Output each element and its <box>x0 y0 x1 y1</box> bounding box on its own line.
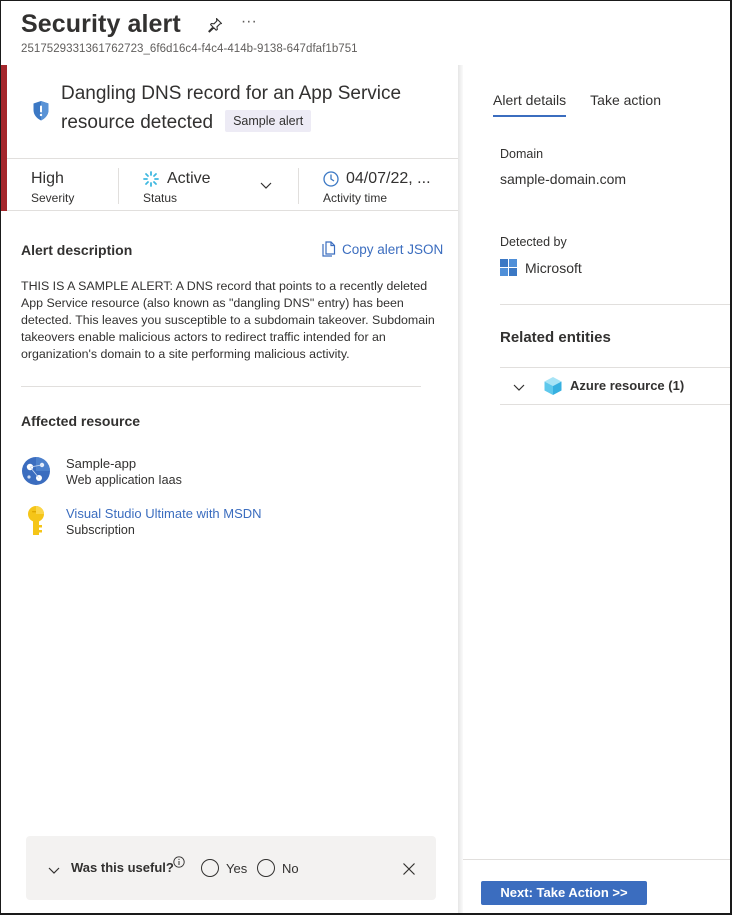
feedback-yes-radio[interactable]: Yes <box>201 859 247 877</box>
copy-alert-json-link[interactable]: Copy alert JSON <box>322 241 443 257</box>
activity-time-label: Activity time <box>323 191 388 205</box>
pin-icon[interactable] <box>207 17 223 33</box>
detected-by-label: Detected by <box>500 235 567 249</box>
chevron-down-icon[interactable] <box>259 178 273 192</box>
entity-group-row[interactable]: Azure resource (1) <box>500 367 730 405</box>
pane-header: Security alert ··· 2517529331361762723_6… <box>21 10 358 55</box>
status-value: Active <box>167 170 211 187</box>
radio-circle[interactable] <box>257 859 275 877</box>
more-options-icon[interactable]: ··· <box>241 13 257 33</box>
copy-icon <box>322 241 336 257</box>
affected-resource-item: Visual Studio Ultimate with MSDN Subscri… <box>21 505 262 539</box>
status-label: Status <box>143 191 178 205</box>
affected-resource-title: Affected resource <box>21 413 141 429</box>
cube-icon <box>544 377 562 395</box>
activity-time-field: 04/07/22, ... Activity time <box>299 159 449 210</box>
footer-divider <box>463 859 730 860</box>
next-take-action-button[interactable]: Next: Take Action >> <box>481 881 647 905</box>
alert-meta-bar: High Severity Active Status 04/07/22, ..… <box>7 159 458 211</box>
activity-time-value: 04/07/22, ... <box>346 170 431 187</box>
alert-name: Dangling DNS record for an App Service r… <box>61 79 441 137</box>
detected-by-value: Microsoft <box>500 259 582 276</box>
page-title: Security alert <box>21 10 181 38</box>
sample-alert-badge: Sample alert <box>225 110 312 132</box>
alert-description-title: Alert description <box>21 242 133 258</box>
shield-alert-icon <box>32 100 50 122</box>
resource-type: Web application Iaas <box>66 473 182 487</box>
copy-alert-json-label: Copy alert JSON <box>342 241 444 257</box>
details-tabs: Alert details Take action <box>493 92 685 117</box>
web-app-icon <box>22 457 50 485</box>
section-divider <box>21 386 421 387</box>
resource-type: Subscription <box>66 523 135 537</box>
domain-label: Domain <box>500 147 544 161</box>
status-dropdown[interactable]: Active Status <box>119 168 299 205</box>
info-icon[interactable] <box>173 856 185 868</box>
tab-take-action[interactable]: Take action <box>590 92 661 117</box>
alert-description-text: THIS IS A SAMPLE ALERT: A DNS record tha… <box>21 279 435 361</box>
severity-label: Severity <box>31 191 75 205</box>
related-entities-title: Related entities <box>500 329 611 346</box>
feedback-bar: Was this useful? Yes No <box>26 836 436 900</box>
chevron-down-icon[interactable] <box>512 380 526 394</box>
section-divider <box>500 304 730 305</box>
security-alert-pane: Security alert ··· 2517529331361762723_6… <box>0 0 732 915</box>
radio-circle[interactable] <box>201 859 219 877</box>
detected-by-text: Microsoft <box>525 259 582 276</box>
severity-value: High <box>31 170 64 187</box>
microsoft-logo-icon <box>500 259 517 276</box>
key-icon <box>28 506 44 535</box>
resource-name: Sample-app <box>66 456 137 471</box>
affected-resource-item: Sample-app Web application Iaas <box>21 455 182 489</box>
entity-group-label: Azure resource (1) <box>570 378 685 393</box>
feedback-question: Was this useful? <box>71 860 174 875</box>
no-label: No <box>282 860 299 876</box>
alert-id: 2517529331361762723_6f6d16c4-f4c4-414b-9… <box>21 43 358 55</box>
severity-field: High Severity <box>7 168 119 205</box>
alert-heading: Dangling DNS record for an App Service r… <box>7 65 458 159</box>
domain-value: sample-domain.com <box>500 171 627 187</box>
alert-details-panel: Alert details Take action Domain sample-… <box>463 65 730 913</box>
subscription-link[interactable]: Visual Studio Ultimate with MSDN <box>66 505 262 522</box>
yes-label: Yes <box>226 860 248 876</box>
chevron-down-icon[interactable] <box>47 863 61 877</box>
clock-icon <box>323 171 339 187</box>
tab-alert-details[interactable]: Alert details <box>493 92 567 117</box>
feedback-no-radio[interactable]: No <box>257 859 299 877</box>
alert-summary-panel: Dangling DNS record for an App Service r… <box>1 65 458 913</box>
close-icon[interactable] <box>402 862 416 876</box>
active-status-icon <box>143 171 159 187</box>
